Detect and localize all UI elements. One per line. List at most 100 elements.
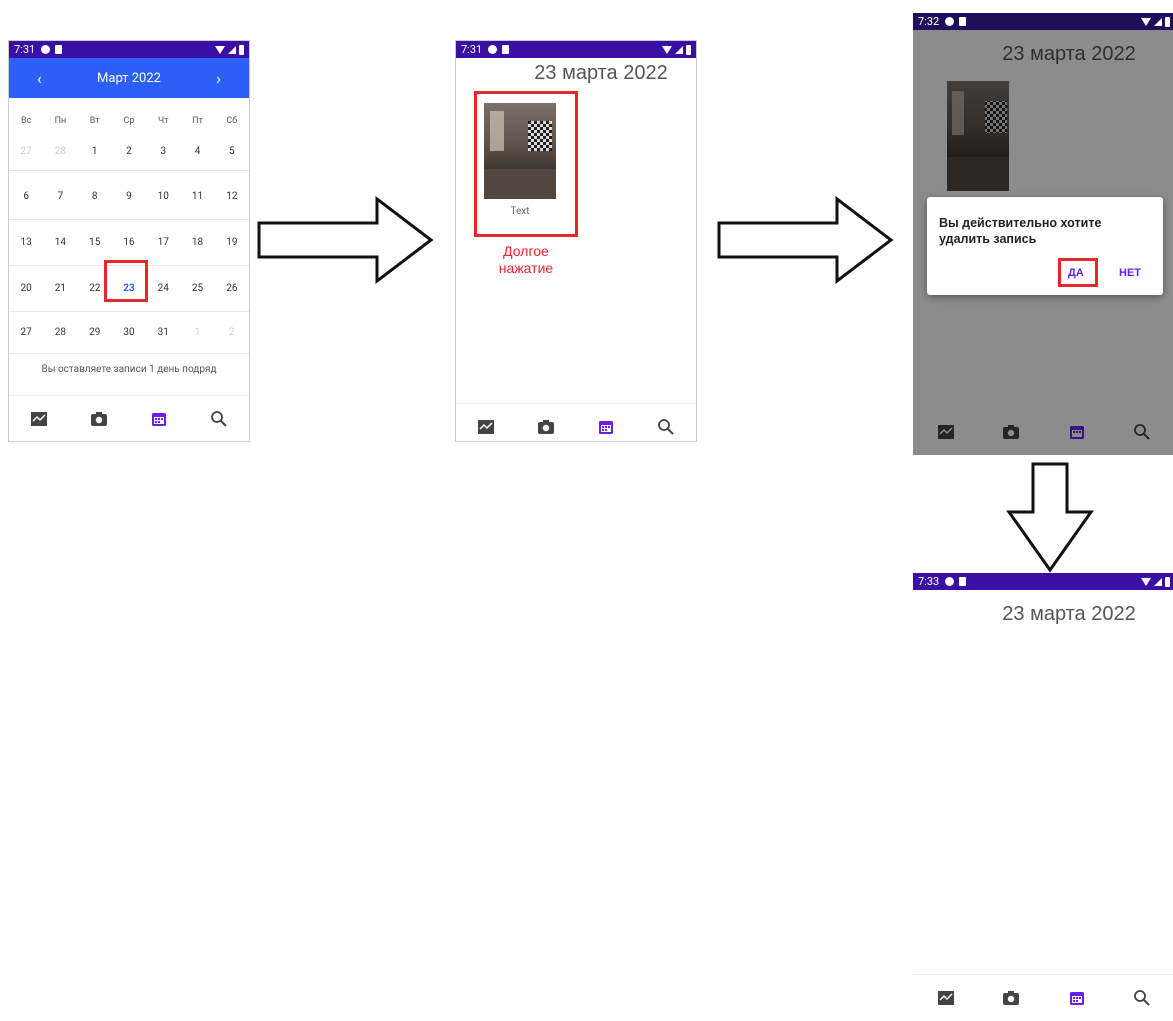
calendar-day[interactable]: 1 <box>180 327 214 338</box>
camera-icon[interactable] <box>87 407 111 431</box>
search-icon[interactable] <box>654 415 678 439</box>
calendar-day[interactable]: 2 <box>112 146 146 157</box>
camera-icon[interactable] <box>999 986 1023 1010</box>
calendar-icon[interactable] <box>594 415 618 439</box>
calendar-screen: 7:31 ‹ Март 2022 › Вс Пн Вт Ср Чт Пт Сб … <box>8 40 250 442</box>
wifi-icon <box>1141 17 1151 26</box>
chart-icon[interactable] <box>27 407 51 431</box>
status-time: 7:33 <box>918 575 940 588</box>
calendar-day[interactable]: 28 <box>43 327 77 338</box>
status-time: 7:31 <box>14 43 36 56</box>
month-label: Март 2022 <box>97 70 161 86</box>
calendar-day[interactable]: 29 <box>78 327 112 338</box>
calendar-day[interactable]: 26 <box>215 283 249 294</box>
calendar-day[interactable]: 3 <box>146 146 180 157</box>
signal-icon <box>1154 577 1162 586</box>
calendar-day[interactable]: 20 <box>9 283 43 294</box>
notification-icon <box>945 577 955 586</box>
wifi-icon <box>1141 577 1151 586</box>
weekday-label: Пн <box>54 116 67 126</box>
calendar-day[interactable]: 13 <box>9 237 43 248</box>
calendar-day[interactable]: 8 <box>78 191 112 202</box>
streak-text: Вы оставляете записи 1 день подряд <box>41 364 217 375</box>
calendar-week: 27 28 29 30 31 1 2 <box>9 312 249 354</box>
date-title: 23 марта 2022 <box>1002 603 1136 625</box>
camera-icon[interactable] <box>534 415 558 439</box>
wifi-icon <box>662 45 672 54</box>
calendar-day[interactable]: 25 <box>180 283 214 294</box>
calendar-day[interactable]: 21 <box>43 283 77 294</box>
status-time: 7:31 <box>461 43 483 56</box>
calendar-day[interactable]: 27 <box>9 327 43 338</box>
chart-icon[interactable] <box>934 986 958 1010</box>
calendar-day[interactable]: 19 <box>215 237 249 248</box>
calendar-day[interactable]: 9 <box>112 191 146 202</box>
calendar-day[interactable]: 16 <box>112 237 146 248</box>
search-icon[interactable] <box>207 407 231 431</box>
status-bar: 7:31 <box>9 41 249 58</box>
no-button[interactable]: НЕТ <box>1119 267 1141 279</box>
weekday-label: Пт <box>192 116 203 126</box>
calendar-day[interactable]: 12 <box>215 191 249 202</box>
weekday-row: Вс Пн Вт Ср Чт Пт Сб <box>9 116 249 126</box>
chevron-right-icon[interactable]: › <box>216 69 221 88</box>
delete-dialog-screen: 7:32 23 марта 2022 Вы действительно хоти… <box>913 13 1173 455</box>
calendar-day[interactable]: 4 <box>180 146 214 157</box>
dialog-message: Вы действительно хотите удалить запись <box>939 216 1102 246</box>
search-icon[interactable] <box>1130 986 1154 1010</box>
calendar-day[interactable]: 1 <box>78 146 112 157</box>
calendar-day[interactable]: 6 <box>9 191 43 202</box>
calendar-header: ‹ Март 2022 › <box>9 58 249 101</box>
weekday-label: Чт <box>158 116 169 126</box>
date-title: 23 марта 2022 <box>534 62 668 84</box>
sd-card-icon <box>55 45 63 54</box>
calendar-day[interactable]: 14 <box>43 237 77 248</box>
calendar-day[interactable]: 7 <box>43 191 77 202</box>
status-time: 7:32 <box>918 15 940 28</box>
selected-day-highlight <box>104 260 148 302</box>
sd-card-icon <box>959 17 967 26</box>
sd-card-icon <box>959 577 967 586</box>
status-bar: 7:31 <box>456 41 696 58</box>
battery-icon <box>239 44 244 55</box>
chart-icon[interactable] <box>474 415 498 439</box>
weekday-label: Ср <box>123 116 135 126</box>
calendar-day[interactable]: 31 <box>146 327 180 338</box>
calendar-day[interactable]: 30 <box>112 327 146 338</box>
calendar-week: 27 28 1 2 3 4 5 <box>9 133 249 171</box>
weekday-label: Вт <box>89 116 100 126</box>
weekday-label: Сб <box>226 116 238 126</box>
signal-icon <box>675 45 683 54</box>
long-press-annotation: Долгое нажатие <box>498 243 554 276</box>
bottom-nav <box>9 395 249 441</box>
arrow-right-icon <box>717 195 894 285</box>
arrow-down-icon <box>1006 462 1094 573</box>
arrow-right-icon <box>257 195 434 285</box>
chevron-left-icon[interactable]: ‹ <box>37 69 42 88</box>
battery-icon <box>1165 576 1170 587</box>
yes-highlight <box>1058 258 1098 287</box>
calendar-day[interactable]: 17 <box>146 237 180 248</box>
notification-icon <box>945 17 955 26</box>
battery-icon <box>1165 16 1170 27</box>
bottom-nav <box>456 403 696 441</box>
calendar-day[interactable]: 2 <box>215 327 249 338</box>
calendar-day[interactable]: 24 <box>146 283 180 294</box>
notification-icon <box>41 45 51 54</box>
calendar-day[interactable]: 28 <box>43 146 77 157</box>
weekday-label: Вс <box>20 116 32 126</box>
wifi-icon <box>215 45 225 54</box>
calendar-day[interactable]: 5 <box>215 146 249 157</box>
calendar-icon[interactable] <box>1065 986 1089 1010</box>
calendar-day[interactable]: 27 <box>9 146 43 157</box>
calendar-day[interactable]: 18 <box>180 237 214 248</box>
calendar-day[interactable]: 11 <box>180 191 214 202</box>
calendar-day[interactable]: 15 <box>78 237 112 248</box>
calendar-icon[interactable] <box>147 407 171 431</box>
signal-icon <box>1154 17 1162 26</box>
calendar-week: 6 7 8 9 10 11 12 <box>9 174 249 220</box>
delete-dialog: Вы действительно хотите удалить запись Д… <box>927 197 1163 295</box>
bottom-nav <box>913 974 1173 1021</box>
empty-day-screen: 7:33 23 марта 2022 <box>913 573 1173 1021</box>
calendar-day[interactable]: 10 <box>146 191 180 202</box>
